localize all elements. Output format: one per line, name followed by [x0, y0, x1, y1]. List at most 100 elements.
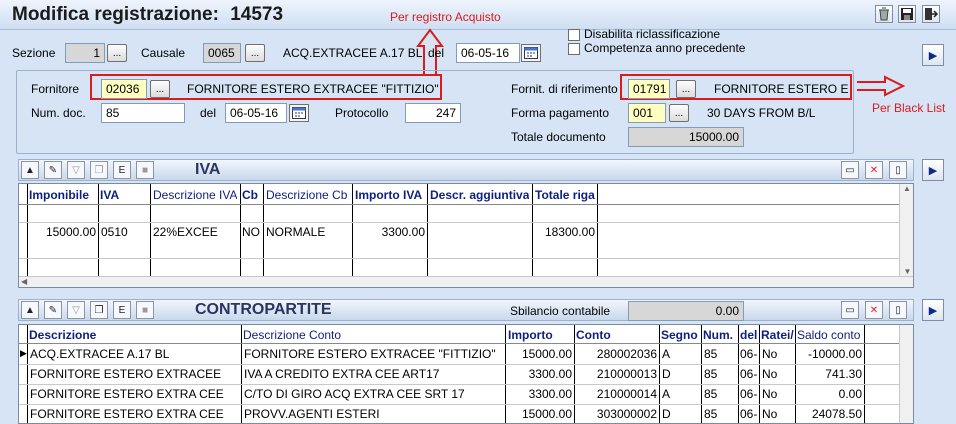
iva-cell-cb[interactable]: NO	[242, 225, 260, 239]
cp-cell-descrizione[interactable]: FORNITORE ESTERO EXTRA CEE	[30, 407, 240, 421]
cp-cell-importo[interactable]: 15000.00	[507, 407, 572, 421]
cp-cell-segno[interactable]: D	[662, 407, 671, 421]
cp-cell-del[interactable]: 06-	[740, 367, 759, 381]
sezione-field[interactable]: 1	[65, 43, 105, 63]
iva-col-iva[interactable]: IVA	[100, 188, 119, 202]
cp-col-del[interactable]: del	[740, 328, 757, 342]
competenza-checkbox[interactable]	[568, 43, 580, 55]
cp-cell-importo[interactable]: 3300.00	[507, 367, 572, 381]
cp-cell-segno[interactable]: A	[662, 387, 670, 401]
cp-cell-saldo[interactable]: 24078.50	[797, 407, 862, 421]
cp-cell-num[interactable]: 85	[704, 407, 717, 421]
lock-icon[interactable]: ■	[136, 301, 154, 319]
cp-cell-del[interactable]: 06-	[740, 407, 759, 421]
iva-horizontal-scrollbar[interactable]: ◀	[19, 276, 913, 287]
cp-cell-descrizione[interactable]: FORNITORE ESTERO EXTRACEE	[30, 367, 240, 381]
cp-col-importo[interactable]: Importo	[508, 328, 553, 342]
delete-icon[interactable]: ✕	[865, 301, 883, 319]
cp-col-num[interactable]: Num.	[703, 328, 733, 342]
fornit-rif-code-field[interactable]: 01791	[628, 79, 670, 99]
cp-cell-del[interactable]: 06-	[740, 347, 759, 361]
export-icon[interactable]: E	[113, 161, 131, 179]
cp-cell-num[interactable]: 85	[704, 387, 717, 401]
forma-pagamento-code-field[interactable]: 001	[628, 103, 666, 123]
next-arrow-button-1[interactable]: ▶	[922, 44, 944, 66]
cp-cell-saldo[interactable]: 741.30	[797, 367, 862, 381]
cp-cell-num[interactable]: 85	[704, 367, 717, 381]
iva-cell-importo-iva[interactable]: 3300.00	[355, 225, 425, 239]
cp-cell-ratei[interactable]: No	[762, 347, 777, 361]
window-icon[interactable]: ▭	[841, 301, 859, 319]
cp-cell-descr-conto[interactable]: C/TO DI GIRO ACQ EXTRA CEE SRT 17	[244, 387, 504, 401]
cp-cell-importo[interactable]: 3300.00	[507, 387, 572, 401]
cp-cell-saldo[interactable]: 0.00	[797, 387, 862, 401]
sezione-lookup-button[interactable]: ...	[107, 44, 127, 62]
cp-cell-segno[interactable]: A	[662, 347, 670, 361]
forma-pagamento-lookup-button[interactable]: ...	[669, 104, 689, 122]
iva-cell-imponibile[interactable]: 15000.00	[29, 225, 96, 239]
iva-col-cb[interactable]: Cb	[242, 188, 258, 202]
copy-icon[interactable]: ❐	[90, 301, 108, 319]
iva-cell-totale[interactable]: 18300.00	[535, 225, 595, 239]
iva-vertical-scrollbar[interactable]: ▲ ▼	[899, 184, 913, 276]
cp-cell-del[interactable]: 06-	[740, 387, 759, 401]
delete-icon[interactable]: ✕	[865, 161, 883, 179]
cp-cell-conto[interactable]: 210000013	[576, 367, 657, 381]
cp-cell-num[interactable]: 85	[704, 347, 717, 361]
cp-cell-conto[interactable]: 303000002	[576, 407, 657, 421]
cp-cell-saldo[interactable]: -10000.00	[797, 347, 862, 361]
cp-cell-ratei[interactable]: No	[762, 367, 777, 381]
cp-col-descrizione[interactable]: Descrizione	[29, 328, 96, 342]
iva-col-descr-agg[interactable]: Descr. aggiuntiva	[430, 188, 529, 202]
edit-icon[interactable]: ✎	[44, 161, 62, 179]
cp-col-conto[interactable]: Conto	[576, 328, 611, 342]
iva-cell-descr-iva[interactable]: 22%EXCEE	[153, 225, 218, 239]
cp-cell-descr-conto[interactable]: FORNITORE ESTERO EXTRACEE "FITTIZIO"	[244, 347, 504, 361]
save-icon[interactable]	[898, 5, 916, 23]
iva-cell-iva[interactable]: 0510	[101, 225, 128, 239]
fornitore-code-field[interactable]: 02036	[101, 79, 147, 99]
contropartite-vertical-scrollbar[interactable]	[899, 325, 913, 423]
new-document-icon[interactable]: ▯	[889, 161, 907, 179]
calendar-icon[interactable]	[521, 44, 541, 62]
cp-cell-ratei[interactable]: No	[762, 387, 777, 401]
fornitore-lookup-button[interactable]: ...	[150, 80, 170, 98]
copy-icon[interactable]: ❐	[90, 161, 108, 179]
cp-cell-descrizione[interactable]: ACQ.EXTRACEE A.17 BL	[30, 347, 240, 361]
iva-col-descr-cb[interactable]: Descrizione Cb	[266, 188, 347, 202]
recycle-icon[interactable]	[875, 5, 893, 23]
new-document-icon[interactable]: ▯	[889, 301, 907, 319]
move-up-icon[interactable]: ▲	[21, 161, 39, 179]
registration-date-field[interactable]: 06-05-16	[456, 43, 520, 63]
disabilita-checkbox[interactable]	[568, 29, 580, 41]
cp-cell-descrizione[interactable]: FORNITORE ESTERO EXTRA CEE	[30, 387, 240, 401]
cp-col-ratei[interactable]: Ratei/	[761, 328, 795, 342]
window-icon[interactable]: ▭	[841, 161, 859, 179]
iva-col-descr-iva[interactable]: Descrizione IVA	[153, 188, 237, 202]
cp-col-saldo[interactable]: Saldo conto	[797, 328, 860, 342]
cp-cell-descr-conto[interactable]: IVA A CREDITO EXTRA CEE ART17	[244, 367, 504, 381]
cp-cell-ratei[interactable]: No	[762, 407, 777, 421]
cp-col-segno[interactable]: Segno	[661, 328, 698, 342]
causale-field[interactable]: 0065	[203, 43, 241, 63]
doc-date-field[interactable]: 06-05-16	[225, 103, 287, 123]
exit-icon[interactable]	[922, 5, 940, 23]
filter-icon[interactable]: ▽	[67, 161, 85, 179]
edit-icon[interactable]: ✎	[44, 301, 62, 319]
iva-cell-descr-cb[interactable]: NORMALE	[266, 225, 325, 239]
iva-col-totale[interactable]: Totale riga	[535, 188, 595, 202]
filter-icon[interactable]: ▽	[67, 301, 85, 319]
protocollo-field[interactable]: 247	[405, 103, 461, 123]
cp-cell-conto[interactable]: 280002036	[576, 347, 657, 361]
move-up-icon[interactable]: ▲	[21, 301, 39, 319]
numdoc-field[interactable]: 85	[101, 103, 185, 123]
export-icon[interactable]: E	[113, 301, 131, 319]
cp-col-descr-conto[interactable]: Descrizione Conto	[243, 328, 341, 342]
cp-cell-segno[interactable]: D	[662, 367, 671, 381]
calendar-icon[interactable]	[289, 104, 309, 122]
fornit-rif-lookup-button[interactable]: ...	[676, 80, 696, 98]
cp-cell-conto[interactable]: 210000014	[576, 387, 657, 401]
causale-lookup-button[interactable]: ...	[245, 44, 265, 62]
cp-cell-descr-conto[interactable]: PROVV.AGENTI ESTERI	[244, 407, 504, 421]
iva-col-imponibile[interactable]: Imponibile	[29, 188, 89, 202]
